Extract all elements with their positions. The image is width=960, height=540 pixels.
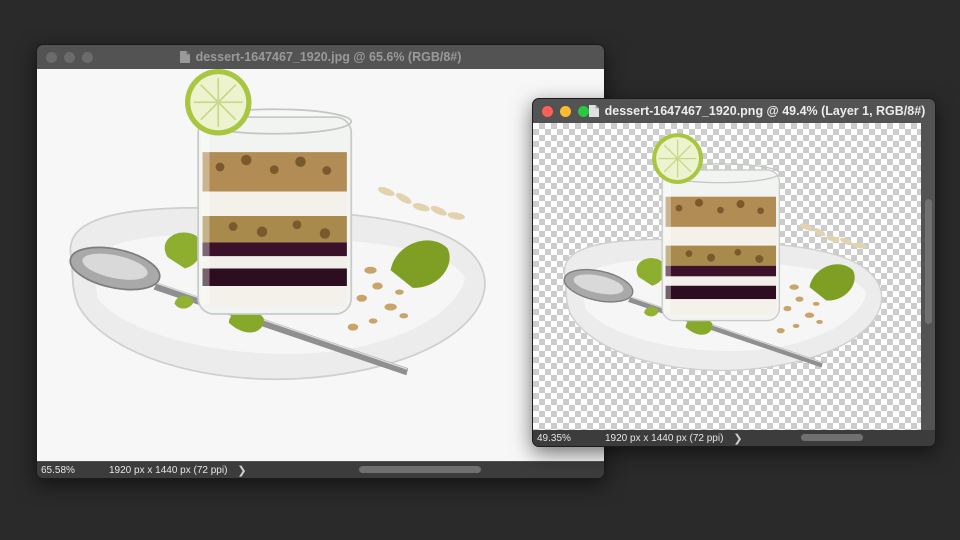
window-title-text: dessert-1647467_1920.png @ 49.4% (Layer … — [604, 104, 926, 118]
horizontal-scrollbar[interactable] — [359, 466, 481, 473]
status-menu-arrow-icon[interactable]: ❯ — [237, 464, 246, 477]
document-info: 1920 px x 1440 px (72 ppi) — [605, 432, 724, 444]
window-controls — [542, 99, 589, 123]
minimize-button[interactable] — [560, 105, 571, 117]
document-icon — [588, 105, 599, 117]
horizontal-scrollbar[interactable] — [801, 434, 863, 441]
close-button[interactable] — [46, 51, 57, 63]
document-window-jpg[interactable]: dessert-1647467_1920.jpg @ 65.6% (RGB/8#… — [36, 44, 605, 479]
image-canvas[interactable] — [37, 69, 604, 461]
image-canvas[interactable] — [533, 123, 921, 431]
close-button[interactable] — [542, 105, 553, 117]
zoom-level[interactable]: 49.35% — [533, 433, 589, 444]
zoom-button[interactable] — [578, 105, 589, 117]
window-title-bar[interactable]: dessert-1647467_1920.png @ 49.4% (Layer … — [533, 99, 935, 123]
document-icon — [179, 51, 190, 63]
minimize-button[interactable] — [64, 51, 75, 63]
window-controls — [46, 45, 93, 69]
status-menu-arrow-icon[interactable]: ❯ — [733, 432, 742, 445]
status-bar: 65.58% 1920 px x 1440 px (72 ppi) ❯ — [37, 462, 604, 478]
window-title: dessert-1647467_1920.png @ 49.4% (Layer … — [588, 104, 926, 118]
zoom-button[interactable] — [82, 51, 93, 63]
status-bar: 49.35% 1920 px x 1440 px (72 ppi) ❯ — [533, 430, 935, 446]
window-title: dessert-1647467_1920.jpg @ 65.6% (RGB/8#… — [179, 50, 462, 64]
document-info: 1920 px x 1440 px (72 ppi) — [109, 464, 228, 476]
document-window-png[interactable]: dessert-1647467_1920.png @ 49.4% (Layer … — [532, 98, 936, 447]
window-title-bar[interactable]: dessert-1647467_1920.jpg @ 65.6% (RGB/8#… — [37, 45, 604, 69]
dessert-cutout-image — [545, 133, 920, 401]
window-title-text: dessert-1647467_1920.jpg @ 65.6% (RGB/8#… — [195, 50, 462, 64]
vertical-scrollbar[interactable] — [925, 199, 932, 324]
zoom-level[interactable]: 65.58% — [37, 465, 93, 476]
dessert-image — [45, 69, 535, 419]
